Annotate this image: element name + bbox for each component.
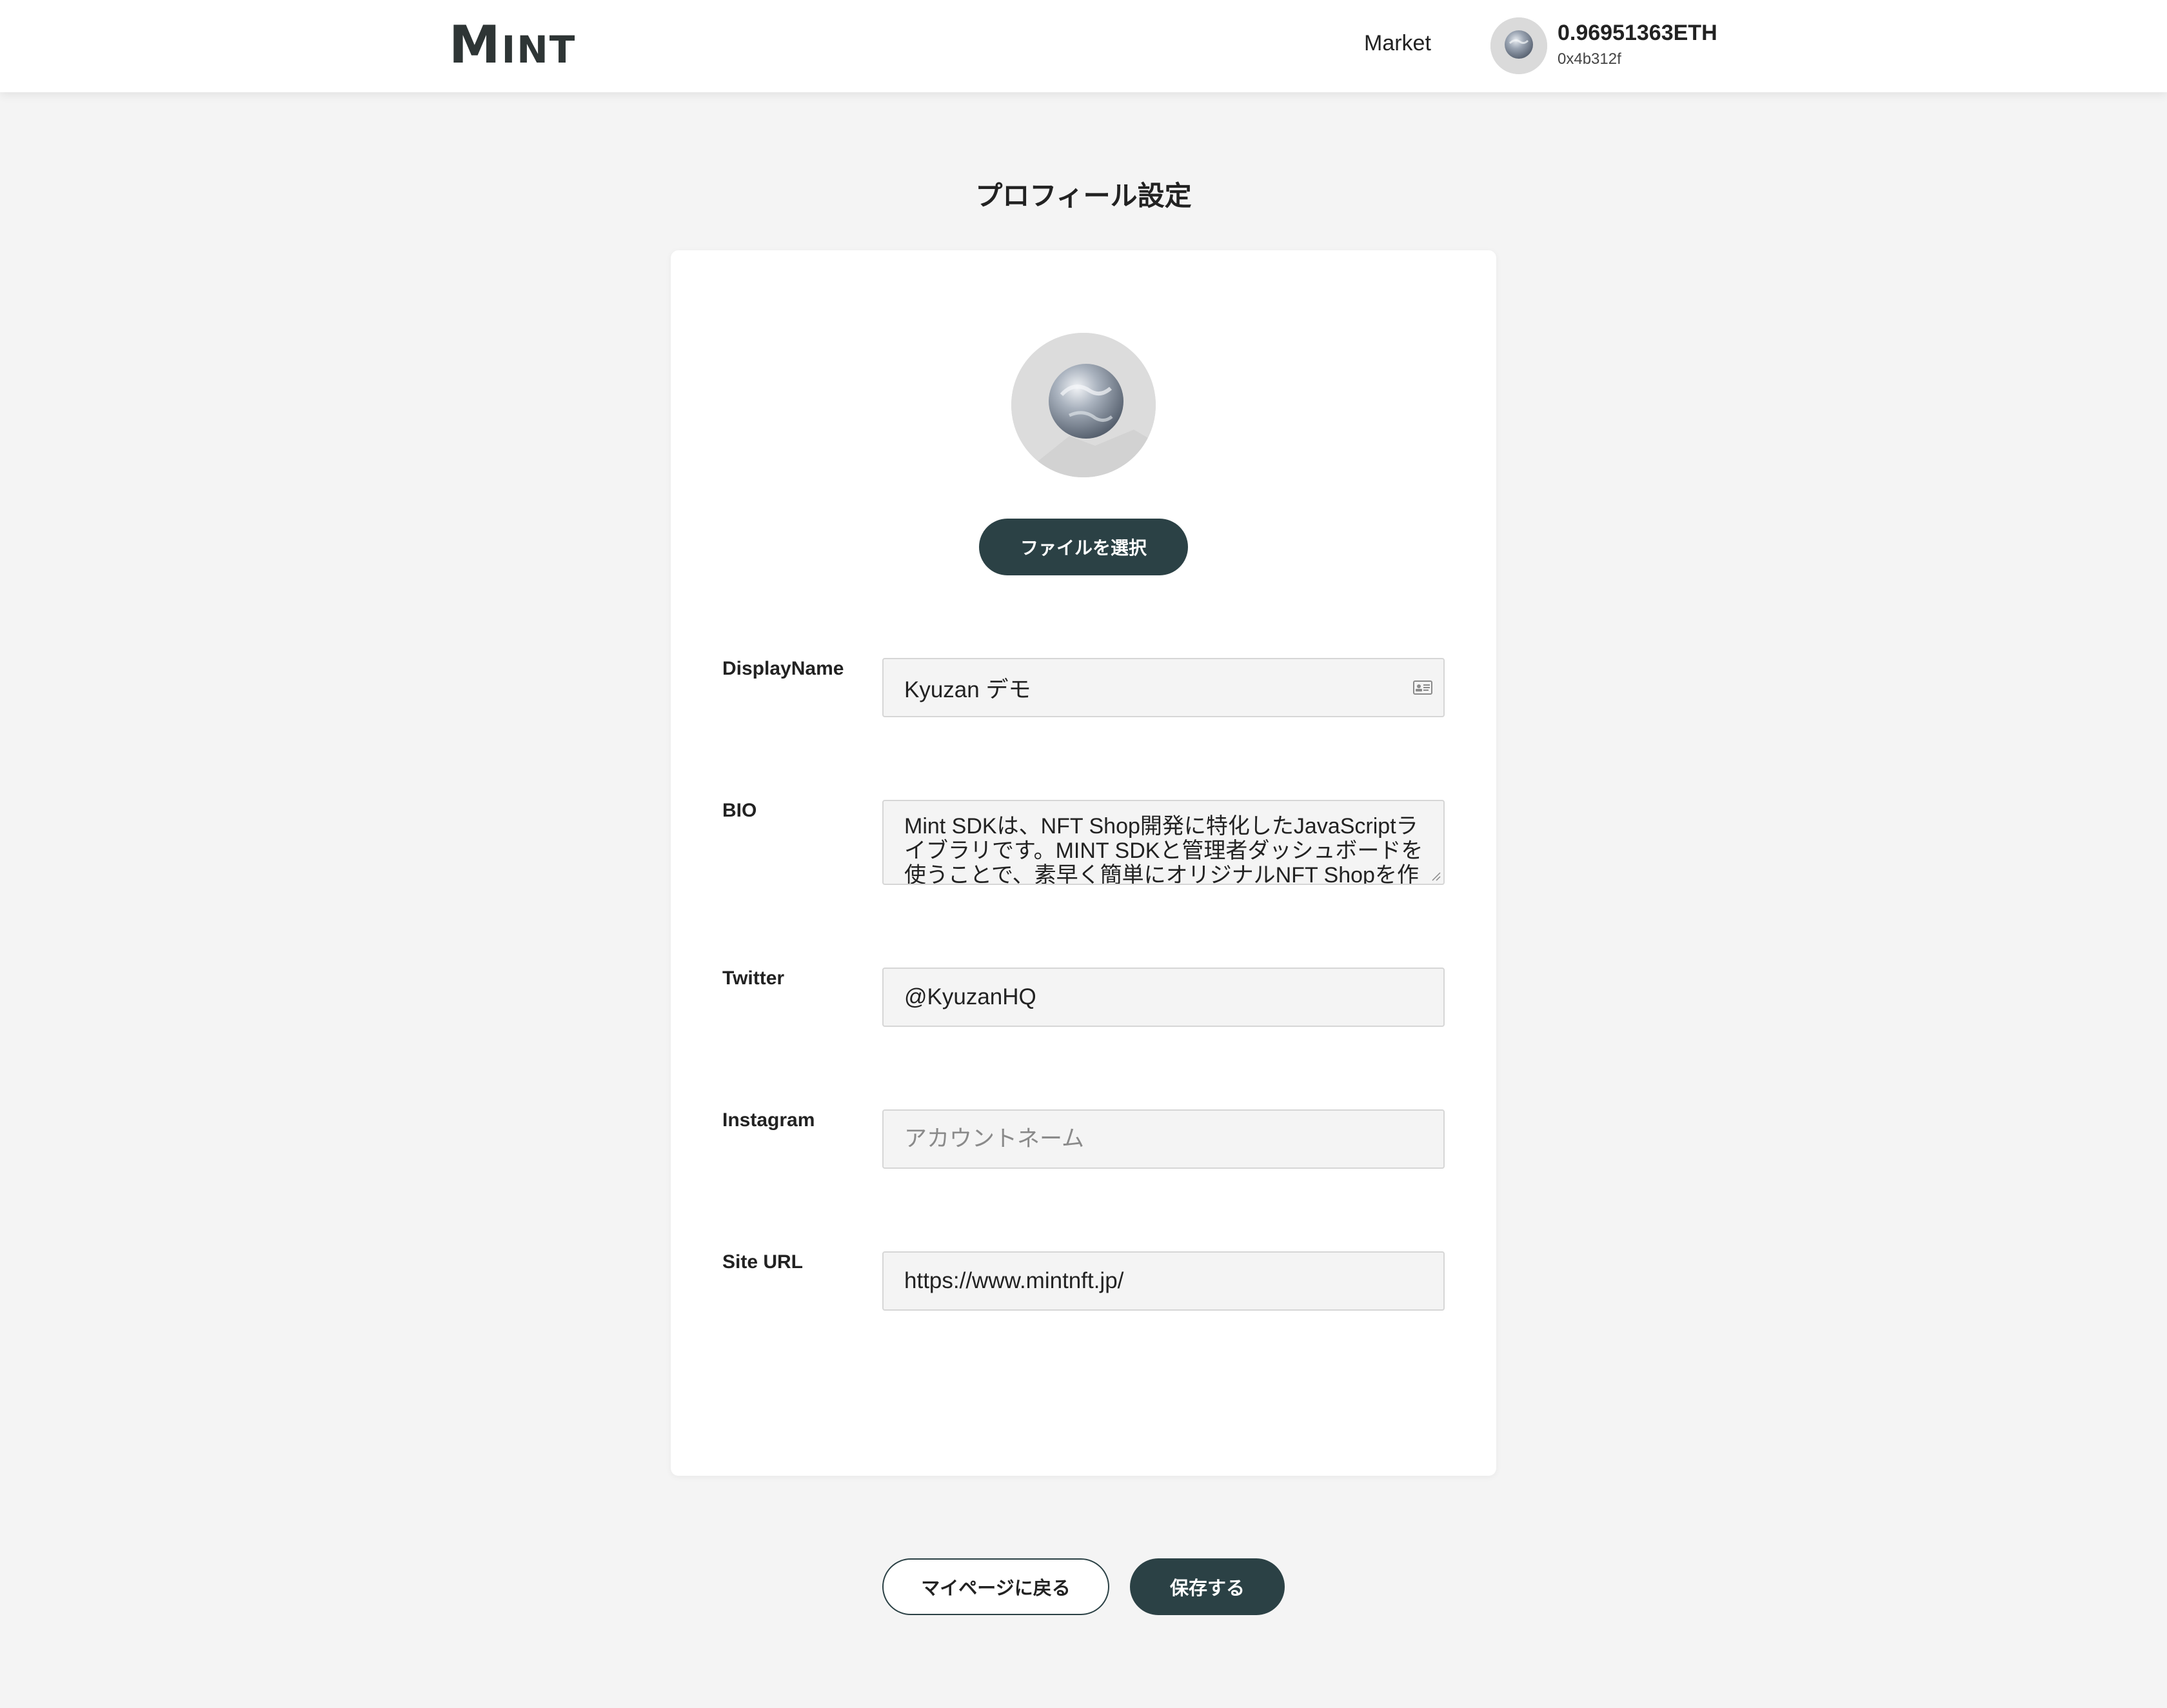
logo-initial: M <box>449 15 502 75</box>
market-link[interactable]: Market <box>1364 31 1431 56</box>
eth-balance: 0.96951363ETH <box>1558 21 1717 45</box>
bio-label: BIO <box>722 800 757 821</box>
contact-card-icon[interactable] <box>1412 677 1433 698</box>
choose-file-button[interactable]: ファイルを選択 <box>979 519 1188 575</box>
instagram-input[interactable] <box>884 1111 1443 1167</box>
top-header: M INT Market 0.96951363ETH 0x4b312f <box>0 0 2167 92</box>
globe-avatar-icon <box>1490 17 1547 74</box>
save-button[interactable]: 保存する <box>1130 1558 1285 1615</box>
display-name-label: DisplayName <box>722 658 844 679</box>
resize-grip-icon[interactable] <box>1430 871 1441 881</box>
site-url-label: Site URL <box>722 1251 804 1273</box>
display-name-input[interactable] <box>884 659 1443 716</box>
display-name-field-box <box>882 658 1445 717</box>
user-avatar[interactable] <box>1490 17 1547 74</box>
back-to-mypage-button[interactable]: マイページに戻る <box>882 1558 1109 1615</box>
bio-textarea[interactable]: Mint SDKは、NFT Shop開発に特化したJavaScriptライブラリ… <box>882 800 1445 885</box>
globe-avatar-icon <box>1011 333 1156 477</box>
twitter-input[interactable] <box>884 969 1443 1026</box>
twitter-field-box <box>882 968 1445 1027</box>
bio-text: Mint SDKは、NFT Shop開発に特化したJavaScriptライブラリ… <box>904 814 1423 885</box>
profile-avatar <box>1011 333 1156 477</box>
wallet-address: 0x4b312f <box>1558 50 1621 68</box>
logo-rest: INT <box>501 28 577 72</box>
instagram-field-box <box>882 1109 1445 1169</box>
profile-form-card: ファイルを選択 DisplayName BIO Mint SDKは、NFT Sh… <box>671 250 1496 1476</box>
page-title: プロフィール設定 <box>975 181 1192 211</box>
site-url-field-box <box>882 1251 1445 1311</box>
instagram-label: Instagram <box>722 1109 815 1131</box>
mint-logo[interactable]: M INT <box>449 19 576 71</box>
twitter-label: Twitter <box>722 968 785 989</box>
site-url-input[interactable] <box>884 1253 1443 1309</box>
